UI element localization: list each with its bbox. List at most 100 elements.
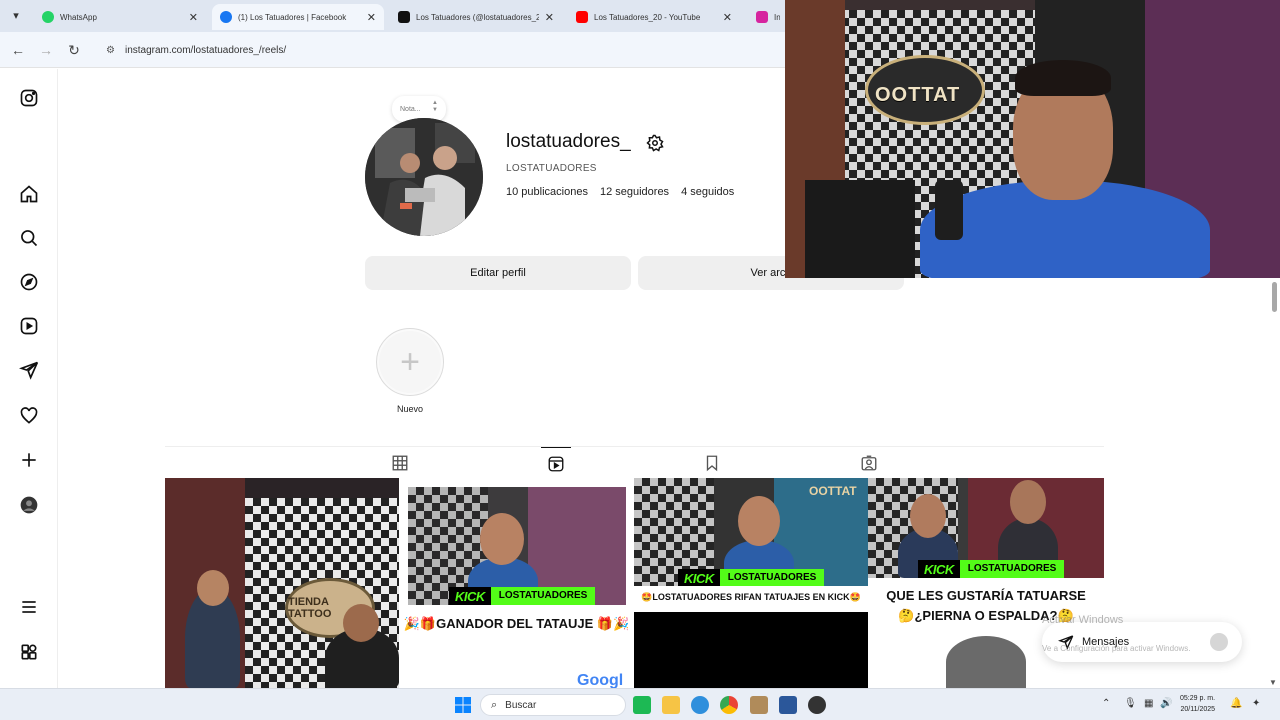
boxing-glove-image [946, 636, 1026, 688]
phone-link-icon[interactable] [633, 696, 651, 714]
network-icon[interactable]: ▦ [1144, 698, 1153, 709]
close-icon[interactable]: ✕ [189, 11, 198, 24]
edge-icon[interactable] [691, 696, 709, 714]
tab-title: Los Tatuadores (@lostatuadores_20 [416, 12, 539, 22]
reels-icon[interactable] [18, 315, 40, 337]
profile-tabs [165, 446, 1104, 478]
reload-icon[interactable]: ↻ [64, 40, 84, 60]
new-highlight-label: Nuevo [396, 404, 423, 414]
profile-username: lostatuadores_ [506, 131, 631, 152]
word-icon[interactable] [779, 696, 797, 714]
reel-caption: 🎉🎁GANADOR DEL TATAUJE 🎁🎉 [403, 616, 630, 631]
face [197, 570, 229, 606]
following-count[interactable]: 4 seguidos [681, 186, 734, 198]
taskbar-search-input[interactable]: ⌕ Buscar [480, 694, 626, 716]
tab-title: In [774, 12, 780, 22]
close-icon[interactable]: ✕ [545, 11, 554, 24]
reel-caption: 🤩LOSTATUADORES RIFAN TATUAJES EN KICK🤩 [641, 592, 861, 602]
create-plus-icon[interactable] [18, 449, 40, 471]
tab-whatsapp[interactable]: WhatsApp ✕ [34, 4, 206, 30]
webcam-overlay: OOTTAT [785, 0, 1280, 278]
tab-reels[interactable] [541, 447, 571, 479]
note-arrows-icon: ▲ ▼ [432, 100, 438, 113]
forward-arrow-icon[interactable]: → [36, 40, 56, 60]
tab-instagram[interactable]: In [748, 4, 788, 30]
tab-facebook[interactable]: (1) Los Tatuadores | Facebook ✕ [212, 4, 384, 30]
kick-banner: KICK LOSTATUADORES [678, 569, 825, 587]
bookmark-icon [706, 455, 718, 472]
microphone-icon[interactable]: 🎙 [1124, 698, 1137, 709]
edit-profile-button[interactable]: Editar perfil [365, 256, 631, 290]
chrome-icon[interactable] [720, 696, 738, 714]
facebook-icon [220, 11, 232, 23]
tab-search-icon[interactable]: ▾ [6, 7, 26, 25]
notification-bell-icon[interactable]: 🔔 [1230, 698, 1242, 709]
recording-app-icon[interactable] [808, 696, 826, 714]
also-from-meta-icon[interactable] [18, 641, 40, 663]
messages-button[interactable]: Activar Windows Ve a Configuración para … [1042, 614, 1242, 662]
scroll-down-arrow-icon[interactable]: ▼ [1269, 678, 1277, 687]
tab-posts[interactable] [385, 447, 415, 479]
tab-youtube[interactable]: Los Tatuadores_20 - YouTube ✕ [568, 4, 740, 30]
plus-icon: + [379, 331, 441, 393]
reel-caption: QUE LES GUSTARÍA TATUARSE [886, 588, 1086, 603]
profile-avatar-icon[interactable] [18, 494, 40, 516]
more-menu-icon[interactable] [18, 596, 40, 618]
tab-title: WhatsApp [60, 12, 97, 22]
tool-cabinet [805, 180, 915, 278]
reel-thumbnail[interactable]: TIENDA TATTOO [165, 478, 399, 688]
notes-icon[interactable] [750, 696, 768, 714]
volume-icon[interactable]: 🔊 [1160, 698, 1172, 709]
posts-count[interactable]: 10 publicaciones [506, 186, 588, 198]
tab-tiktok[interactable]: Los Tatuadores (@lostatuadores_20 ✕ [390, 4, 562, 30]
followers-count[interactable]: 12 seguidores [600, 186, 669, 198]
instagram-sidebar [0, 69, 58, 688]
messages-icon[interactable] [18, 359, 40, 381]
tab-tagged[interactable] [854, 447, 884, 479]
reel-thumbnail[interactable]: KICK LOSTATUADORES 🎉🎁GANADOR DEL TATAUJE… [399, 478, 634, 688]
windows-activation-watermark: Activar Windows [1042, 614, 1124, 626]
google-text: Googl [577, 672, 624, 688]
tagged-icon [861, 455, 877, 471]
avatar [1210, 633, 1228, 651]
grid-icon [392, 455, 408, 471]
instagram-logo-icon[interactable] [18, 87, 40, 109]
url-text: instagram.com/lostatuadores_/reels/ [124, 44, 287, 56]
url-input[interactable]: ⚙ instagram.com/lostatuadores_/reels/ [98, 38, 798, 62]
hair [1015, 60, 1111, 96]
scrollbar-thumb[interactable] [1272, 282, 1277, 312]
search-icon[interactable] [18, 227, 40, 249]
note-text: Nota... [400, 105, 421, 113]
face [343, 604, 379, 642]
tab-saved[interactable] [697, 447, 727, 479]
site-info-icon[interactable]: ⚙ [106, 45, 115, 56]
back-arrow-icon[interactable]: ← [8, 40, 28, 60]
home-icon[interactable] [18, 183, 40, 205]
youtube-icon [576, 11, 588, 23]
explore-icon[interactable] [18, 271, 40, 293]
search-icon: ⌕ [491, 698, 498, 711]
new-highlight-button[interactable]: + [376, 328, 444, 396]
webcam-sign-text: OOTTAT [875, 84, 961, 106]
reel-thumbnail[interactable]: OOTTAT KICK LOSTATUADORES 🤩LOSTATUADORES… [634, 478, 868, 688]
profile-full-name: LOSTATUADORES [506, 163, 597, 174]
close-icon[interactable]: ✕ [367, 11, 376, 24]
system-clock[interactable]: 05:29 p. m. 20/11/2025 [1180, 693, 1215, 715]
settings-gear-icon[interactable] [646, 134, 664, 152]
windows-taskbar: ⌕ Buscar ⌃ 🎙 ▦ 🔊 05:29 p. m. 20/11/2025 … [0, 688, 1280, 720]
phone [935, 180, 963, 240]
kick-banner: KICK LOSTATUADORES [449, 587, 596, 605]
windows-activation-subtext: Ve a Configuración para activar Windows. [1042, 644, 1191, 653]
tray-chevron-icon[interactable]: ⌃ [1102, 698, 1110, 709]
windows-start-icon[interactable] [454, 696, 472, 714]
profile-avatar[interactable] [365, 118, 483, 236]
notifications-heart-icon[interactable] [18, 405, 40, 427]
file-explorer-icon[interactable] [662, 696, 680, 714]
instagram-tab-icon [756, 11, 768, 23]
tab-title: (1) Los Tatuadores | Facebook [238, 12, 347, 22]
tiktok-icon [398, 11, 410, 23]
whatsapp-icon [42, 11, 54, 23]
kick-banner: KICK LOSTATUADORES [918, 560, 1065, 578]
copilot-icon[interactable]: ✦ [1252, 698, 1260, 709]
close-icon[interactable]: ✕ [723, 11, 732, 24]
